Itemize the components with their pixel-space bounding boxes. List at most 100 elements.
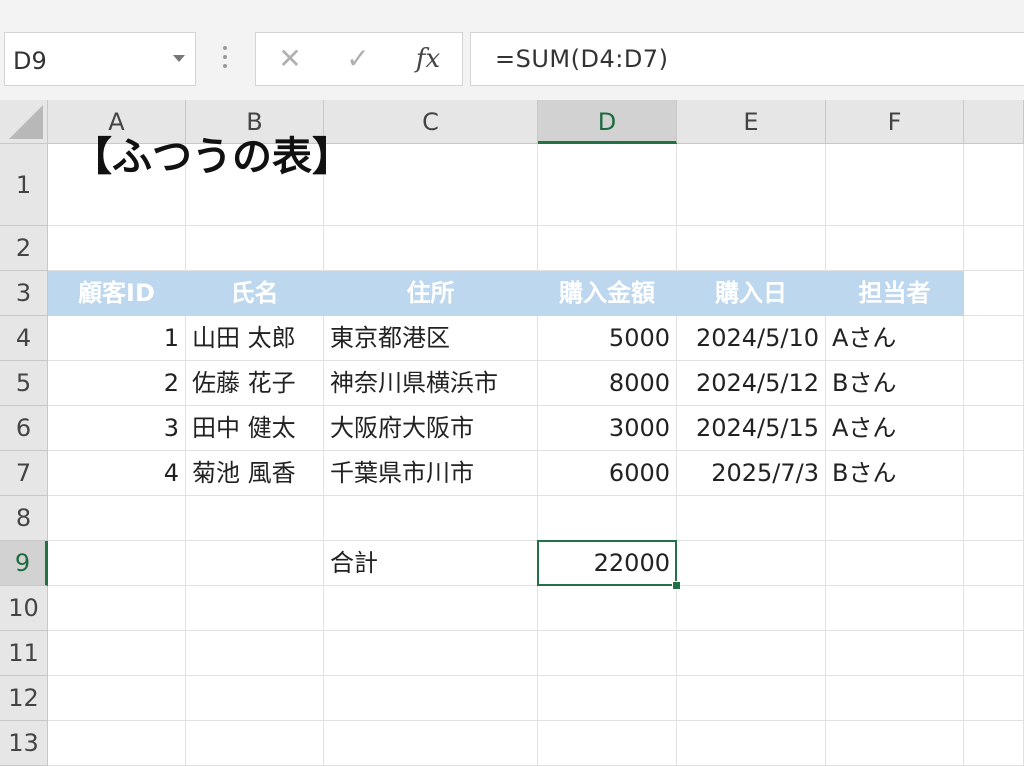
- cell[interactable]: [186, 226, 324, 271]
- table-cell[interactable]: 神奈川県横浜市: [324, 361, 538, 406]
- cell[interactable]: [964, 631, 1024, 676]
- row-header-13[interactable]: 13: [0, 721, 48, 766]
- cell[interactable]: [826, 721, 964, 766]
- cell[interactable]: [324, 676, 538, 721]
- table-cell[interactable]: 3: [48, 406, 186, 451]
- cell[interactable]: [826, 586, 964, 631]
- row-header-5[interactable]: 5: [0, 361, 48, 406]
- cell[interactable]: [677, 541, 826, 586]
- table-cell[interactable]: Bさん: [826, 451, 964, 496]
- table-cell[interactable]: 菊池 風香: [186, 451, 324, 496]
- cell[interactable]: [538, 496, 677, 541]
- table-cell[interactable]: 山田 太郎: [186, 316, 324, 361]
- cell[interactable]: [186, 496, 324, 541]
- table-cell[interactable]: 5000: [538, 316, 677, 361]
- table-cell[interactable]: 2: [48, 361, 186, 406]
- cell[interactable]: [538, 631, 677, 676]
- table-cell[interactable]: 2024/5/15: [677, 406, 826, 451]
- cell[interactable]: [324, 226, 538, 271]
- row-header-8[interactable]: 8: [0, 496, 48, 541]
- table-cell[interactable]: 2025/7/3: [677, 451, 826, 496]
- table-header-cell[interactable]: 購入日: [677, 271, 826, 316]
- cell[interactable]: [48, 721, 186, 766]
- table-header-cell[interactable]: 顧客ID: [48, 271, 186, 316]
- cell[interactable]: [826, 676, 964, 721]
- cell[interactable]: [538, 144, 677, 226]
- cell[interactable]: [677, 631, 826, 676]
- table-cell[interactable]: 6000: [538, 451, 677, 496]
- cell[interactable]: [964, 406, 1024, 451]
- table-cell[interactable]: 3000: [538, 406, 677, 451]
- cell[interactable]: [826, 541, 964, 586]
- row-header-7[interactable]: 7: [0, 451, 48, 496]
- row-header-11[interactable]: 11: [0, 631, 48, 676]
- cell[interactable]: [964, 226, 1024, 271]
- column-header-f[interactable]: F: [826, 100, 964, 144]
- drag-handle-icon[interactable]: [222, 46, 228, 76]
- cell[interactable]: [538, 586, 677, 631]
- cell[interactable]: [538, 676, 677, 721]
- cell[interactable]: [48, 496, 186, 541]
- cell[interactable]: [677, 721, 826, 766]
- cell[interactable]: [677, 226, 826, 271]
- table-cell[interactable]: Aさん: [826, 316, 964, 361]
- cell[interactable]: [538, 721, 677, 766]
- cell[interactable]: [324, 144, 538, 226]
- cell[interactable]: [48, 676, 186, 721]
- table-cell[interactable]: 2024/5/12: [677, 361, 826, 406]
- cell[interactable]: [964, 721, 1024, 766]
- fill-handle[interactable]: [672, 581, 681, 590]
- cell[interactable]: [964, 496, 1024, 541]
- cell[interactable]: [964, 361, 1024, 406]
- table-cell[interactable]: Bさん: [826, 361, 964, 406]
- cell[interactable]: [324, 631, 538, 676]
- cell[interactable]: [677, 496, 826, 541]
- table-cell[interactable]: 田中 健太: [186, 406, 324, 451]
- cell[interactable]: [826, 631, 964, 676]
- cell[interactable]: [48, 541, 186, 586]
- table-cell[interactable]: 8000: [538, 361, 677, 406]
- row-header-2[interactable]: 2: [0, 226, 48, 271]
- total-label-cell[interactable]: 合計: [324, 541, 538, 586]
- table-header-cell[interactable]: 担当者: [826, 271, 964, 316]
- row-header-9[interactable]: 9: [0, 541, 48, 586]
- cell[interactable]: [538, 226, 677, 271]
- cell[interactable]: [826, 496, 964, 541]
- cell[interactable]: [677, 144, 826, 226]
- cell[interactable]: [964, 541, 1024, 586]
- row-header-6[interactable]: 6: [0, 406, 48, 451]
- row-header-1[interactable]: 1: [0, 144, 48, 226]
- table-header-cell[interactable]: 住所: [324, 271, 538, 316]
- cell[interactable]: [48, 226, 186, 271]
- cell[interactable]: [964, 451, 1024, 496]
- cell[interactable]: [186, 541, 324, 586]
- cell[interactable]: [964, 144, 1024, 226]
- cell[interactable]: [964, 271, 1024, 316]
- chevron-down-icon[interactable]: [173, 55, 185, 62]
- cell[interactable]: [324, 721, 538, 766]
- column-header-c[interactable]: C: [324, 100, 538, 144]
- cell[interactable]: [186, 586, 324, 631]
- cell[interactable]: [677, 586, 826, 631]
- cell[interactable]: [964, 316, 1024, 361]
- table-cell[interactable]: 大阪府大阪市: [324, 406, 538, 451]
- table-header-cell[interactable]: 氏名: [186, 271, 324, 316]
- cell[interactable]: [677, 676, 826, 721]
- cell[interactable]: [186, 631, 324, 676]
- row-header-4[interactable]: 4: [0, 316, 48, 361]
- cell[interactable]: [964, 586, 1024, 631]
- cell[interactable]: [186, 676, 324, 721]
- table-cell[interactable]: 2024/5/10: [677, 316, 826, 361]
- table-cell[interactable]: Aさん: [826, 406, 964, 451]
- column-header-e[interactable]: E: [677, 100, 826, 144]
- column-header-blank[interactable]: [964, 100, 1024, 144]
- row-header-12[interactable]: 12: [0, 676, 48, 721]
- row-header-3[interactable]: 3: [0, 271, 48, 316]
- cell[interactable]: [964, 676, 1024, 721]
- cell[interactable]: [826, 144, 964, 226]
- cell[interactable]: [324, 586, 538, 631]
- cell[interactable]: [324, 496, 538, 541]
- select-all-corner[interactable]: [0, 100, 48, 144]
- table-cell[interactable]: 佐藤 花子: [186, 361, 324, 406]
- formula-input[interactable]: =SUM(D4:D7): [470, 32, 1024, 86]
